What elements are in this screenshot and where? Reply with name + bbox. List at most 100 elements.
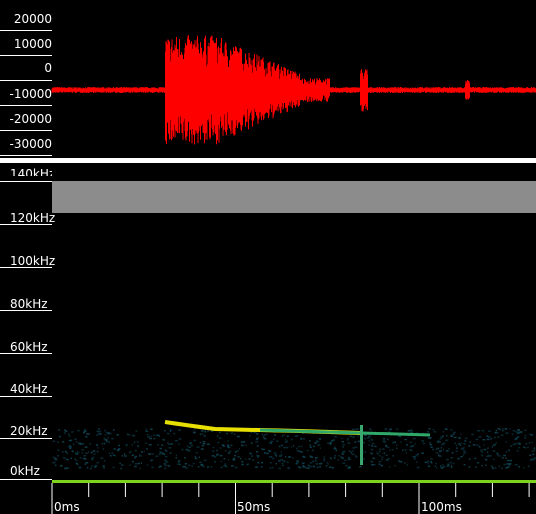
spectrogram-noise xyxy=(93,453,96,455)
spectrogram-noise xyxy=(434,465,437,467)
spectrogram-noise xyxy=(124,455,127,457)
spectrogram-noise xyxy=(358,466,361,468)
spectrogram-noise xyxy=(302,466,306,468)
spectrogram-noise xyxy=(168,447,172,449)
amplitude-tick-label: 20000 xyxy=(13,12,52,26)
amplitude-gridline xyxy=(0,155,52,156)
spectrogram-noise xyxy=(440,436,443,439)
spectrogram-noise xyxy=(234,451,237,453)
spectrogram-noise xyxy=(164,459,167,462)
spectrogram-noise xyxy=(283,446,286,449)
spectrogram-noise xyxy=(163,463,166,465)
spectrogram-noise xyxy=(57,454,59,457)
spectrogram-noise xyxy=(295,447,298,450)
spectrogram-noise xyxy=(387,458,390,460)
spectrogram-noise xyxy=(429,443,433,446)
spectrogram-noise xyxy=(149,437,152,440)
spectrogram-noise xyxy=(143,450,145,453)
spectrogram-noise xyxy=(472,444,476,446)
time-tick-label: 100ms xyxy=(421,500,462,514)
spectrogram-noise xyxy=(364,451,367,453)
spectrogram-noise xyxy=(273,438,275,441)
spectrogram-noise xyxy=(309,444,312,446)
spectrogram-noise xyxy=(323,456,325,458)
frequency-tick-label: 120kHz xyxy=(10,211,56,225)
spectrogram-noise xyxy=(164,430,166,432)
spectrogram-noise xyxy=(451,452,454,454)
spectrogram-noise xyxy=(300,437,302,440)
spectrogram-noise xyxy=(261,461,264,464)
spectrogram-noise xyxy=(245,458,247,460)
spectrogram-noise xyxy=(77,451,79,453)
time-axis[interactable]: 0ms 50ms 100ms xyxy=(0,480,536,514)
spectrogram-noise xyxy=(236,435,240,438)
spectrogram-noise xyxy=(139,467,141,470)
spectrogram-noise xyxy=(202,441,206,443)
spectrogram-noise xyxy=(488,455,492,457)
spectrogram-noise xyxy=(183,465,186,468)
spectrogram-noise xyxy=(460,456,463,458)
frequency-tick-label: 20kHz xyxy=(10,424,48,438)
frequency-tick-label: 100kHz xyxy=(10,254,56,268)
spectrogram-noise xyxy=(283,460,286,463)
spectrogram-noise xyxy=(468,466,471,468)
spectrogram-noise xyxy=(66,467,69,469)
waveform-panel[interactable]: 20000 10000 0 -10000 -20000 -30000 xyxy=(0,0,536,158)
spectrogram-noise xyxy=(238,448,241,450)
spectrogram-noise xyxy=(102,467,105,469)
amplitude-gridline xyxy=(0,30,52,31)
spectrogram-noise xyxy=(460,447,463,450)
spectrogram-noise xyxy=(524,434,527,437)
spectrogram-noise xyxy=(239,457,242,460)
spectrogram-noise xyxy=(261,448,263,450)
spectrogram-noise xyxy=(430,446,433,449)
spectrogram-noise xyxy=(271,466,274,469)
spectrogram-noise xyxy=(389,449,391,452)
spectrogram-noise xyxy=(169,452,172,454)
spectrogram-noise xyxy=(140,462,142,464)
spectrogram-noise xyxy=(303,456,306,458)
spectrogram-noise xyxy=(507,459,510,462)
spectrogram-noise xyxy=(402,449,404,451)
spectrogram-noise xyxy=(379,450,381,453)
spectrogram-noise xyxy=(298,466,301,468)
spectrogram-noise xyxy=(469,441,471,443)
spectrogram-noise xyxy=(413,456,416,458)
spectrogram-noise xyxy=(354,441,357,443)
spectrogram-noise xyxy=(91,465,93,467)
spectrogram-noise xyxy=(501,429,505,432)
spectrogram-noise xyxy=(75,441,78,443)
spectrogram-noise xyxy=(487,451,489,453)
spectrogram-noise xyxy=(431,462,433,464)
spectrogram-noise xyxy=(280,453,283,456)
spectrogram-noise xyxy=(162,452,164,454)
spectrogram-noise xyxy=(388,446,390,449)
spectrogram-noise xyxy=(201,433,204,435)
spectrogram-noise xyxy=(285,456,287,458)
spectrogram-panel[interactable]: 140kHz 120kHz 100kHz 80kHz 60kHz 40kHz 2… xyxy=(0,163,536,481)
spectrogram-noise xyxy=(524,437,527,439)
spectrogram-noise xyxy=(169,430,171,432)
spectrogram-noise xyxy=(392,441,396,444)
spectrogram-noise xyxy=(185,467,188,469)
spectrogram-noise xyxy=(374,445,377,448)
spectrogram-noise xyxy=(481,453,483,456)
spectrogram-noise xyxy=(286,435,289,437)
spectrogram-noise xyxy=(415,454,418,456)
spectrogram-noise xyxy=(273,434,276,436)
spectrogram-noise xyxy=(329,457,331,459)
spectrogram-noise xyxy=(505,467,508,469)
spectrogram-noise xyxy=(112,466,115,468)
spectrogram-noise xyxy=(311,449,315,452)
spectrogram-noise xyxy=(531,450,534,452)
spectrogram-noise xyxy=(440,465,442,467)
spectrogram-noise xyxy=(464,440,467,442)
spectrogram-noise xyxy=(85,436,88,438)
spectrogram-noise xyxy=(451,465,453,467)
spectrogram-noise xyxy=(349,435,353,437)
amplitude-tick-label: -30000 xyxy=(9,137,52,151)
spectrogram-noise xyxy=(352,447,356,449)
spectrogram-noise xyxy=(369,428,371,430)
spectrogram-noise xyxy=(190,444,194,447)
spectrogram-noise xyxy=(435,448,439,450)
